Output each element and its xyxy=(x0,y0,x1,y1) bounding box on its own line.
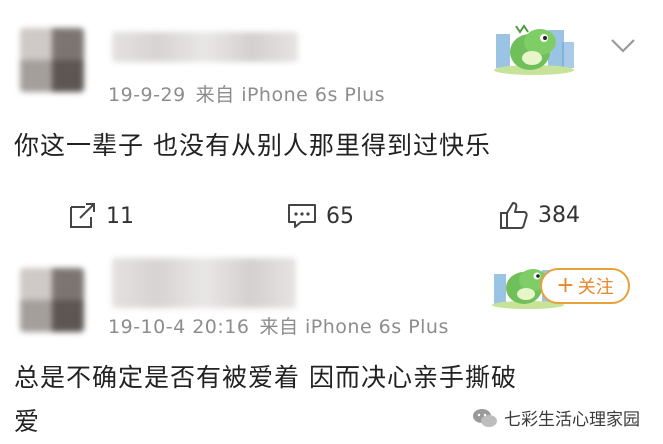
post-date: 19-10-4 20:16 xyxy=(108,316,250,338)
like-button[interactable]: 384 xyxy=(498,200,580,230)
comment-count: 65 xyxy=(326,203,354,229)
post-meta: 19-10-4 20:16 来自 iPhone 6s Plus xyxy=(108,312,449,339)
post-text: 总是不确定是否有被爱着 因而决心亲手撕破 爱 xyxy=(14,356,517,444)
post-source: 来自 iPhone 6s Plus xyxy=(259,316,449,338)
chevron-down-icon[interactable] xyxy=(610,38,636,54)
repost-count: 11 xyxy=(106,203,134,229)
username-blurred[interactable] xyxy=(112,32,298,62)
watermark-text: 七彩生活心理家园 xyxy=(504,410,640,430)
follow-label: 关注 xyxy=(577,277,614,298)
comment-icon xyxy=(288,204,316,228)
post-text-line: 总是不确定是否有被爱着 因而决心亲手撕破 xyxy=(14,363,517,392)
wechat-logo-icon xyxy=(473,408,497,427)
dinosaur-badge-icon xyxy=(494,24,574,75)
weibo-post: 19-9-29 来自 iPhone 6s Plus 你这一辈子 也没有从别人那里得… xyxy=(0,0,663,186)
repost-icon xyxy=(70,203,95,228)
post-actions: 11 65 384 xyxy=(0,200,663,236)
avatar[interactable] xyxy=(20,28,84,92)
post-date: 19-9-29 xyxy=(108,84,186,106)
post-text: 你这一辈子 也没有从别人那里得到过快乐 xyxy=(14,131,491,160)
repost-button[interactable]: 11 xyxy=(68,202,134,230)
avatar[interactable] xyxy=(20,268,84,332)
comment-button[interactable]: 65 xyxy=(286,202,354,230)
like-count: 384 xyxy=(538,202,580,228)
post-source: 来自 iPhone 6s Plus xyxy=(195,84,386,106)
wechat-watermark: 七彩生活心理家园 xyxy=(472,405,640,430)
post-text-line: 爱 xyxy=(14,407,41,436)
username-blurred[interactable] xyxy=(112,258,296,308)
follow-button[interactable]: + 关注 xyxy=(540,268,630,304)
thumbs-up-icon xyxy=(500,202,528,229)
plus-icon: + xyxy=(556,273,575,298)
post-meta: 19-9-29 来自 iPhone 6s Plus xyxy=(108,80,385,107)
